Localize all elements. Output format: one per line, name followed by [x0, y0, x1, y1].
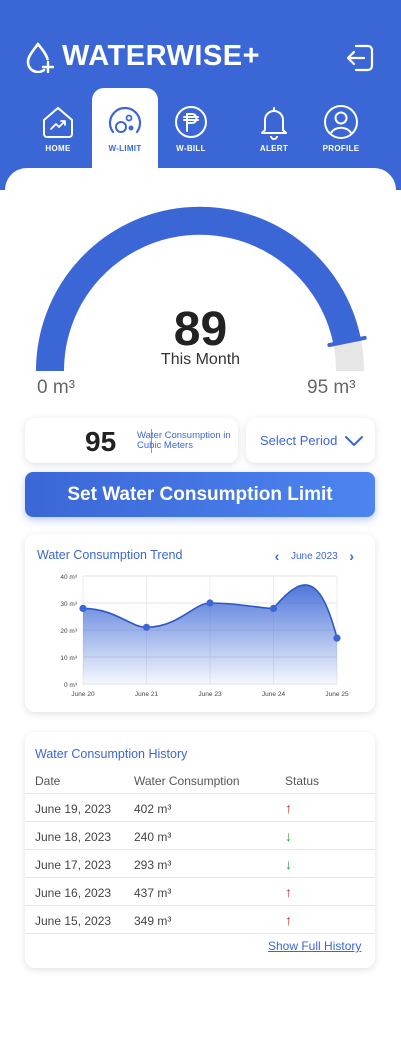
history-header-row: Date Water Consumption Status — [25, 766, 375, 794]
y-tick-label: 0 m³ — [64, 682, 78, 689]
history-date: June 17, 2023 — [35, 858, 112, 872]
history-date: June 19, 2023 — [35, 802, 112, 816]
trend-card: Water Consumption Trend ‹ June 2023 › 0 … — [25, 534, 375, 712]
table-row: June 16, 2023 437 m³ ↑ — [25, 878, 375, 906]
x-tick-label: June 24 — [262, 691, 286, 698]
x-tick-label: June 20 — [71, 691, 95, 698]
column-header-consumption: Water Consumption — [134, 774, 240, 788]
trend-chart: 0 m³ 10 m³ 20 m³ 30 m³ 40 m³ June 20 June 21 Ju… — [60, 574, 349, 698]
x-tick-label: June 21 — [135, 691, 159, 698]
tab-label: HOME — [45, 144, 71, 153]
arrow-down-icon: ↓ — [285, 856, 292, 872]
arrow-down-icon: ↓ — [285, 828, 292, 844]
data-point — [206, 599, 214, 607]
history-date: June 15, 2023 — [35, 914, 112, 928]
history-consumption: 402 m³ — [134, 802, 172, 816]
history-card: Water Consumption History Date Water Con… — [25, 732, 375, 968]
app-header: WATERWISE+ HOME W-LIMIT W-BILL ALERT PRO… — [0, 0, 401, 190]
gauge-icon — [108, 106, 142, 134]
history-consumption: 437 m³ — [134, 886, 172, 900]
usage-card: 95 Water Consumption in Cubic Meters — [25, 418, 238, 463]
gauge-caption: This Month — [160, 351, 241, 368]
data-point — [142, 623, 151, 631]
show-full-history-link[interactable]: Show Full History — [268, 939, 361, 953]
arrow-up-icon: ↑ — [285, 912, 292, 928]
history-consumption: 349 m³ — [134, 914, 172, 928]
usage-value: 95 — [85, 426, 117, 457]
arrow-up-icon: ↑ — [285, 884, 292, 900]
period-select-label: Select Period — [260, 433, 338, 448]
bell-icon — [261, 107, 287, 140]
app-title: WATERWISE+ — [62, 40, 261, 72]
water-drop-plus-icon — [26, 42, 54, 73]
logout-icon[interactable] — [344, 42, 376, 74]
history-title: Water Consumption History — [35, 747, 188, 761]
y-tick-label: 10 m³ — [60, 655, 77, 662]
user-icon — [324, 105, 358, 139]
table-row: June 18, 2023 240 m³ ↓ — [25, 822, 375, 850]
peso-icon — [175, 106, 207, 138]
period-select[interactable]: Select Period — [246, 418, 375, 463]
usage-description: Water Consumption in Cubic Meters — [137, 430, 231, 451]
arrow-up-icon: ↑ — [285, 800, 292, 816]
history-consumption: 240 m³ — [134, 830, 172, 844]
home-chart-icon — [43, 106, 73, 138]
tab-alert[interactable]: ALERT — [241, 88, 307, 170]
y-tick-label: 20 m³ — [60, 628, 77, 635]
data-point — [333, 634, 341, 642]
column-header-date: Date — [35, 774, 61, 788]
x-tick-label: June 23 — [198, 691, 222, 698]
gauge-min-label: 0 m³ — [37, 377, 75, 398]
table-row: June 17, 2023 293 m³ ↓ — [25, 850, 375, 878]
gauge-value: 89 — [173, 303, 228, 356]
set-limit-button[interactable]: Set Water Consumption Limit — [25, 472, 375, 517]
tab-label: W-BILL — [176, 144, 206, 153]
chevron-down-icon — [345, 436, 363, 446]
tab-profile[interactable]: PROFILE — [308, 88, 374, 170]
tab-label: ALERT — [259, 144, 289, 153]
gauge-max-label: 95 m³ — [307, 377, 356, 398]
table-row: June 19, 2023 402 m³ ↑ — [25, 794, 375, 822]
history-date: June 16, 2023 — [35, 886, 112, 900]
tab-label: W-LIMIT — [108, 144, 142, 153]
y-tick-label: 30 m³ — [60, 601, 77, 608]
data-point — [269, 604, 278, 612]
data-point — [79, 604, 87, 612]
table-row: June 15, 2023 349 m³ ↑ — [25, 906, 375, 934]
x-tick-label: June 25 — [325, 691, 349, 698]
y-tick-label: 40 m³ — [60, 574, 77, 581]
tab-home[interactable]: HOME — [25, 88, 91, 170]
tab-label: PROFILE — [322, 144, 360, 153]
tab-bar: HOME W-LIMIT W-BILL ALERT PROFILE — [0, 88, 401, 184]
history-consumption: 293 m³ — [134, 858, 172, 872]
history-date: June 18, 2023 — [35, 830, 112, 844]
tab-w-bill[interactable]: W-BILL — [158, 88, 224, 170]
column-header-status: Status — [285, 774, 320, 788]
brand: WATERWISE+ — [24, 40, 260, 73]
